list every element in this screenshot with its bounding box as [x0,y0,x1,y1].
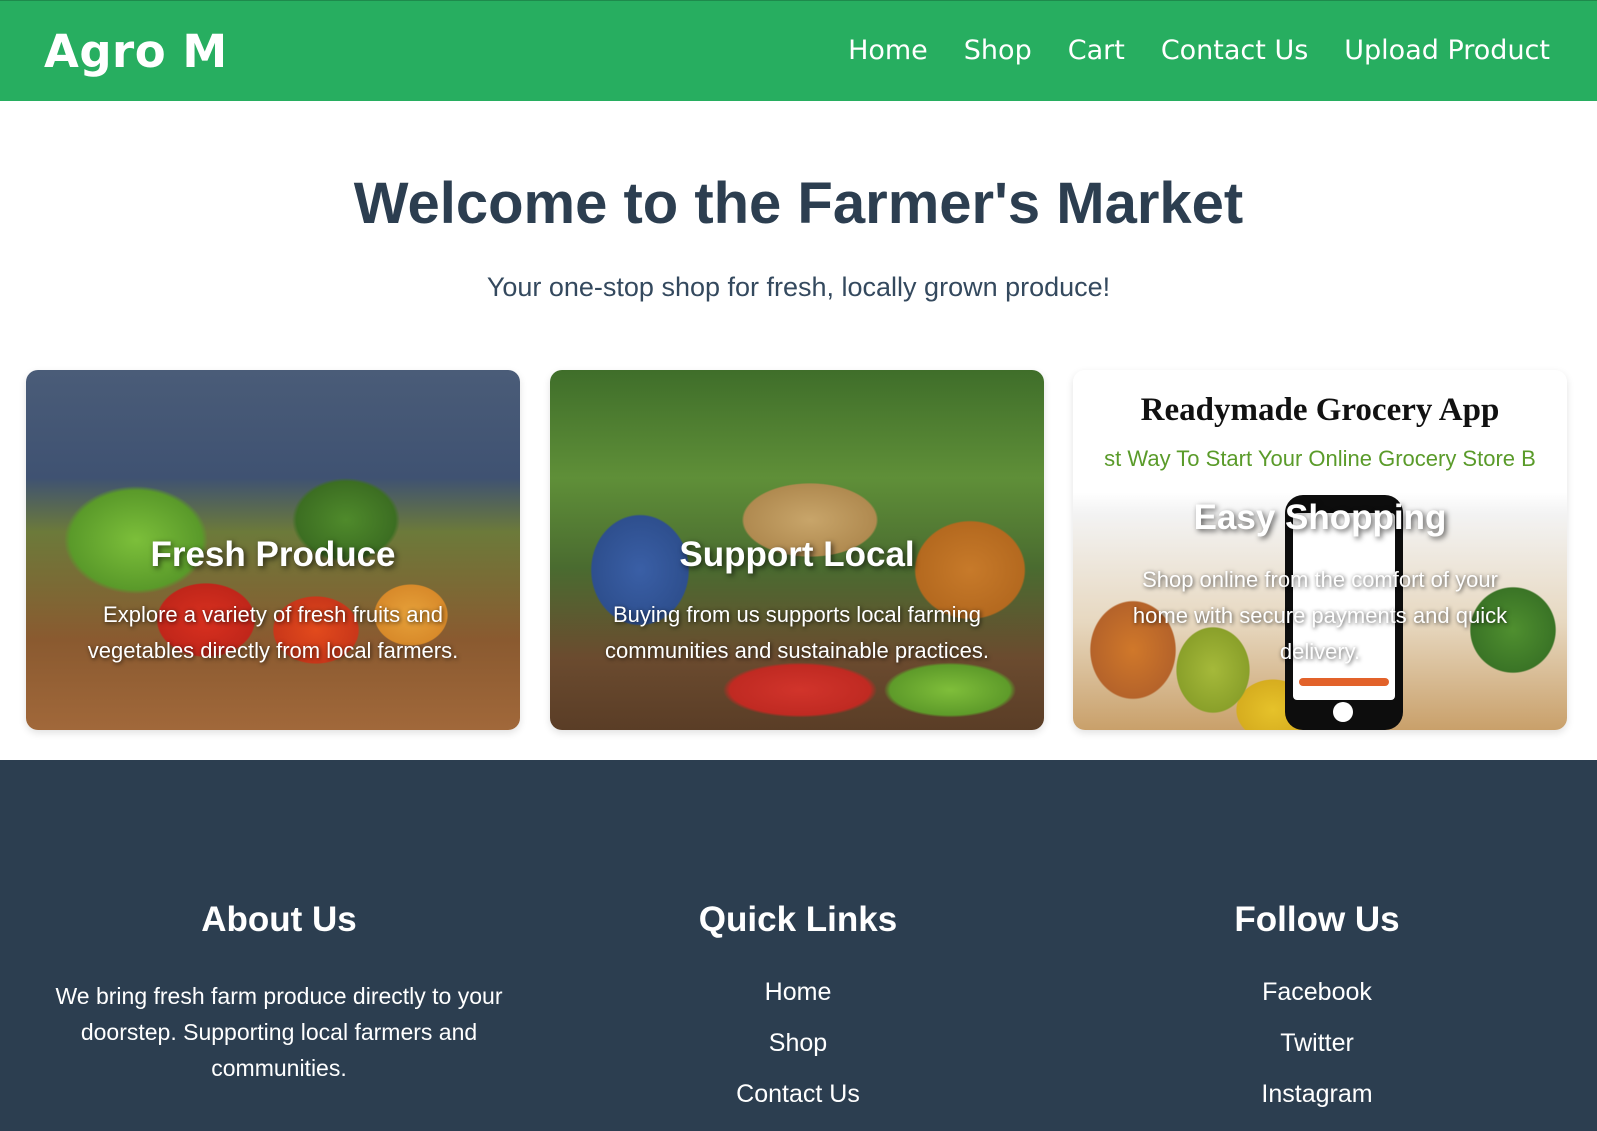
site-footer: About Us We bring fresh farm produce dir… [0,760,1597,1131]
footer-link-home[interactable]: Home [765,978,832,1006]
nav-link-contact-us[interactable]: Contact Us [1161,35,1308,66]
hero-title: Welcome to the Farmer's Market [353,171,1244,236]
nav-link-home[interactable]: Home [848,35,928,66]
footer-link-instagram[interactable]: Instagram [1261,1080,1372,1108]
feature-card-fresh-produce: Fresh Produce Explore a variety of fresh… [26,370,520,730]
footer-about: About Us We bring fresh farm produce dir… [19,900,539,1086]
nav-links: Home Shop Cart Contact Us Upload Product [848,35,1550,66]
quick-links-list: Home Shop Contact Us [538,978,1058,1131]
phone-button-bar [1299,678,1389,686]
card-title: Fresh Produce [150,535,396,574]
card-text: Shop online from the comfort of your hom… [1132,567,1508,664]
footer-link-facebook[interactable]: Facebook [1262,978,1372,1006]
card-text: Buying from us supports local farming co… [605,602,989,663]
brand-logo[interactable]: Agro M [44,25,228,78]
footer-heading-quick-links: Quick Links [698,900,898,939]
footer-quick-links: Quick Links Home Shop Contact Us [538,900,1058,1131]
image-heading: Readymade Grocery App [1140,392,1500,428]
nav-link-upload-product[interactable]: Upload Product [1344,35,1550,66]
top-navbar: Agro M Home Shop Cart Contact Us Upload … [0,0,1597,101]
image-subheading: st Way To Start Your Online Grocery Stor… [1104,446,1536,471]
phone-home-button [1333,702,1353,722]
social-links-list: Facebook Twitter Instagram [1057,978,1577,1131]
feature-card-easy-shopping: Readymade Grocery App st Way To Start Yo… [1073,370,1567,730]
feature-card-support-local: Support Local Buying from us supports lo… [550,370,1044,730]
hero-subtitle: Your one-stop shop for fresh, locally gr… [486,272,1111,302]
footer-link-twitter[interactable]: Twitter [1280,1029,1354,1057]
card-text: Explore a variety of fresh fruits and ve… [87,602,459,663]
footer-about-text: We bring fresh farm produce directly to … [55,983,503,1081]
nav-link-cart[interactable]: Cart [1068,35,1125,66]
footer-link-shop[interactable]: Shop [769,1029,827,1057]
footer-heading-about: About Us [201,900,357,939]
card-title: Easy Shopping [1193,498,1447,537]
footer-heading-follow-us: Follow Us [1234,900,1400,939]
footer-follow-us: Follow Us Facebook Twitter Instagram [1057,900,1577,1131]
card-title: Support Local [679,535,915,574]
nav-link-shop[interactable]: Shop [964,35,1032,66]
footer-link-contact-us[interactable]: Contact Us [736,1080,860,1108]
